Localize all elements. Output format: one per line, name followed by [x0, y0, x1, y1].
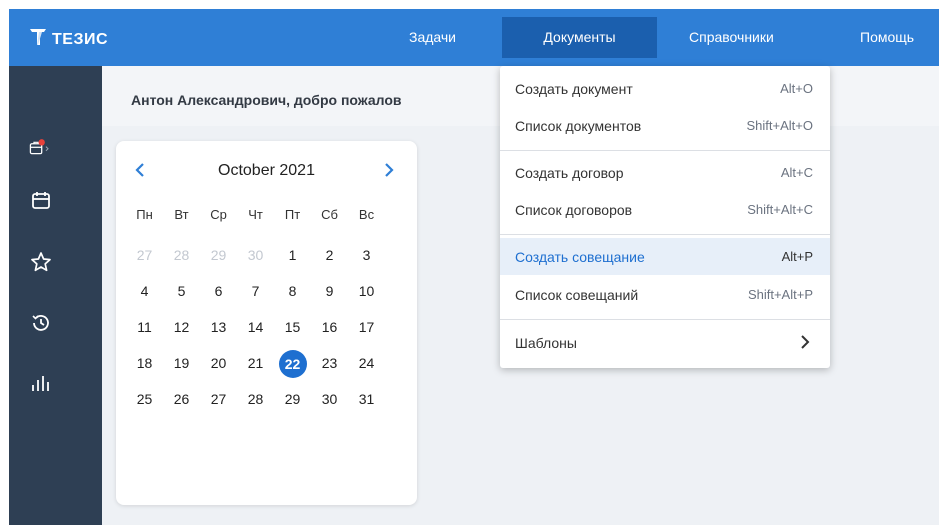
- menu-item-document-list[interactable]: Список документов Shift+Alt+O: [500, 107, 830, 144]
- calendar-week-row: 11 12 13 14 15 16 17: [126, 309, 410, 345]
- menu-item-label: Список совещаний: [515, 287, 639, 303]
- menu-item-shortcut: Shift+Alt+C: [747, 202, 813, 217]
- calendar-day[interactable]: 24: [348, 350, 385, 376]
- calendar-day[interactable]: 29: [200, 242, 237, 268]
- chevron-right-icon: [800, 334, 810, 353]
- calendar-icon[interactable]: [29, 188, 53, 212]
- calendar-day[interactable]: 14: [237, 314, 274, 340]
- calendar-day[interactable]: 13: [200, 314, 237, 340]
- chevron-right-icon: [385, 163, 394, 177]
- menu-item-label: Список договоров: [515, 202, 633, 218]
- menu-item-shortcut: Shift+Alt+P: [747, 287, 813, 302]
- weekday-label: Ср: [210, 207, 227, 222]
- app-screen: ТЕЗИС Задачи Документы Справочники Помощ…: [0, 0, 939, 525]
- history-icon[interactable]: [29, 311, 53, 335]
- calendar-day[interactable]: 29: [274, 386, 311, 412]
- calendar-day-today[interactable]: 22: [274, 350, 311, 378]
- weekday-label: Вт: [174, 207, 189, 222]
- menu-item-shortcut: Alt+C: [780, 165, 813, 180]
- menu-item-shortcut: Shift+Alt+O: [746, 118, 813, 133]
- menu-divider: [500, 150, 830, 151]
- menu-item-label: Создать договор: [515, 165, 624, 181]
- nav-documents[interactable]: Документы: [502, 17, 657, 58]
- calendar-month-title: October 2021: [218, 162, 315, 179]
- calendar-week-row: 18 19 20 21 22 23 24: [126, 345, 410, 381]
- calendar-day[interactable]: 4: [126, 278, 163, 304]
- calendar-day[interactable]: 28: [163, 242, 200, 268]
- calendar-day[interactable]: 1: [274, 242, 311, 268]
- logo-icon: [29, 27, 47, 52]
- calendar-day[interactable]: 17: [348, 314, 385, 340]
- menu-item-create-meeting[interactable]: Создать совещание Alt+P: [500, 238, 830, 275]
- calendar-day[interactable]: 3: [348, 242, 385, 268]
- calendar-day[interactable]: 16: [311, 314, 348, 340]
- calendar-day[interactable]: 15: [274, 314, 311, 340]
- calendar-day[interactable]: 2: [311, 242, 348, 268]
- menu-item-contract-list[interactable]: Список договоров Shift+Alt+C: [500, 191, 830, 228]
- weekday-label: Пн: [136, 207, 153, 222]
- calendar-day[interactable]: 18: [126, 350, 163, 376]
- calendar-day[interactable]: 10: [348, 278, 385, 304]
- weekday-label: Чт: [248, 207, 263, 222]
- weekday-label: Вс: [358, 207, 375, 222]
- calendar-day[interactable]: 27: [126, 242, 163, 268]
- calendar-day[interactable]: 30: [311, 386, 348, 412]
- calendar-day[interactable]: 11: [126, 314, 163, 340]
- calendar-day[interactable]: 21: [237, 350, 274, 376]
- star-icon[interactable]: [29, 250, 53, 274]
- calendar-day[interactable]: 20: [200, 350, 237, 376]
- documents-dropdown-menu: Создать документ Alt+O Список документов…: [500, 66, 830, 368]
- calendar-week-row: 4 5 6 7 8 9 10: [126, 273, 410, 309]
- calendar-day[interactable]: 8: [274, 278, 311, 304]
- menu-item-label: Создать совещание: [515, 249, 645, 265]
- today-marker: 22: [278, 350, 307, 378]
- menu-divider: [500, 319, 830, 320]
- left-margin: [0, 0, 9, 525]
- calendar-day[interactable]: 26: [163, 386, 200, 412]
- app-logo[interactable]: ТЕЗИС: [29, 27, 108, 52]
- chart-icon[interactable]: [29, 371, 53, 395]
- menu-item-label: Шаблоны: [515, 335, 577, 351]
- weekday-label: Сб: [321, 207, 338, 222]
- nav-help[interactable]: Помощь: [860, 9, 914, 66]
- calendar-day[interactable]: 9: [311, 278, 348, 304]
- calendar-weekday-row: Пн Вт Ср Чт Пт Сб Вс: [126, 205, 410, 225]
- nav-references[interactable]: Справочники: [689, 9, 774, 66]
- calendar-day[interactable]: 5: [163, 278, 200, 304]
- menu-item-create-contract[interactable]: Создать договор Alt+C: [500, 154, 830, 191]
- calendar-day[interactable]: 25: [126, 386, 163, 412]
- calendar-week-row: 27 28 29 30 1 2 3: [126, 237, 410, 273]
- menu-item-create-document[interactable]: Создать документ Alt+O: [500, 70, 830, 107]
- menu-item-label: Список документов: [515, 118, 642, 134]
- weekday-label: Пт: [284, 207, 301, 222]
- calendar-day[interactable]: 23: [311, 350, 348, 376]
- calendar-day[interactable]: 28: [237, 386, 274, 412]
- calendar-day[interactable]: 12: [163, 314, 200, 340]
- menu-item-templates[interactable]: Шаблоны: [500, 324, 830, 361]
- calendar-widget: October 2021 Пн Вт Ср Чт Пт Сб Вс 27 28 …: [116, 141, 417, 505]
- calendar-day[interactable]: 19: [163, 350, 200, 376]
- calendar-day[interactable]: 31: [348, 386, 385, 412]
- calendar-day[interactable]: 6: [200, 278, 237, 304]
- calendar-day[interactable]: 7: [237, 278, 274, 304]
- calendar-day[interactable]: 27: [200, 386, 237, 412]
- menu-divider: [500, 234, 830, 235]
- briefcase-notification-icon[interactable]: [29, 136, 53, 160]
- nav-tasks[interactable]: Задачи: [409, 9, 456, 66]
- menu-item-shortcut: Alt+P: [781, 249, 813, 264]
- menu-item-shortcut: Alt+O: [780, 81, 813, 96]
- menu-item-label: Создать документ: [515, 81, 633, 97]
- top-navigation-bar: ТЕЗИС Задачи Документы Справочники Помощ…: [9, 9, 939, 66]
- calendar-next-button[interactable]: [384, 161, 394, 182]
- calendar-grid: Пн Вт Ср Чт Пт Сб Вс 27 28 29 30 1 2 3 4…: [126, 205, 410, 417]
- menu-item-meeting-list[interactable]: Список совещаний Shift+Alt+P: [500, 276, 830, 313]
- calendar-week-row: 25 26 27 28 29 30 31: [126, 381, 410, 417]
- calendar-day[interactable]: 30: [237, 242, 274, 268]
- welcome-text: Антон Александрович, добро пожалов: [131, 92, 402, 108]
- logo-text: ТЕЗИС: [52, 30, 109, 48]
- sidebar: [9, 66, 102, 525]
